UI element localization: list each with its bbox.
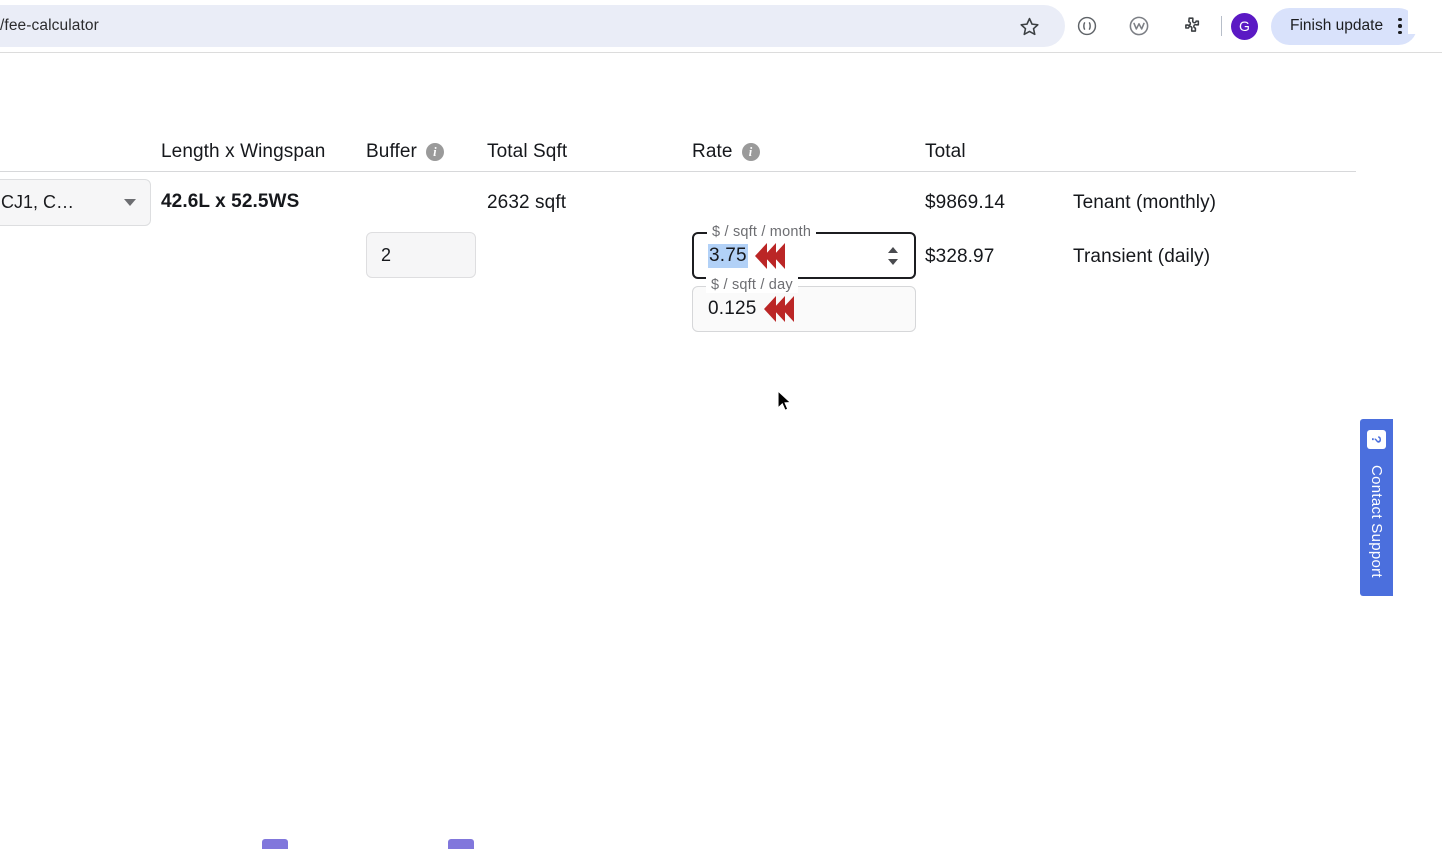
table-header-row: Length x Wingspan Buffer i Total Sqft Ra… <box>0 141 1442 175</box>
rate-daily-total-label: Transient (daily) <box>1073 246 1210 268</box>
puzzle-piece-icon[interactable] <box>1170 5 1212 47</box>
column-header-total-sqft: Total Sqft <box>487 141 567 163</box>
rate-daily-input[interactable]: $ / sqft / day 0.125 <box>692 286 916 332</box>
rate-monthly-total-label: Tenant (monthly) <box>1073 192 1216 214</box>
column-header-label: Total <box>925 141 966 163</box>
contact-support-label: Contact Support <box>1368 465 1385 578</box>
column-header-rate: Rate i <box>692 141 760 163</box>
rate-monthly-input[interactable]: $ / sqft / month 3.75 <box>692 232 916 279</box>
window-corner <box>1408 0 1442 34</box>
chevron-down-icon[interactable] <box>124 199 136 206</box>
bookmark-star-icon[interactable] <box>1008 5 1050 47</box>
total-sqft-value: 2632 sqft <box>487 192 566 214</box>
column-header-length-wingspan: Length x Wingspan <box>161 141 325 163</box>
buffer-input[interactable]: 2 <box>366 232 476 278</box>
rate-info-icon[interactable]: i <box>742 143 760 161</box>
rate-monthly-legend: $ / sqft / month <box>707 224 816 240</box>
rate-monthly-total: $9869.14 <box>925 192 1005 214</box>
fee-calculator-page: Length x Wingspan Buffer i Total Sqft Ra… <box>0 53 1442 844</box>
buffer-input-value: 2 <box>381 245 391 266</box>
circle-info-icon[interactable] <box>1066 5 1108 47</box>
triple-chevron-left-icon <box>767 296 794 322</box>
dimensions-value: 42.6L x 52.5WS <box>161 191 299 213</box>
column-header-label: Total Sqft <box>487 141 567 163</box>
number-spinner-icon[interactable] <box>888 247 898 265</box>
rate-daily-total: $328.97 <box>925 246 994 268</box>
column-header-label: Length x Wingspan <box>161 141 325 163</box>
rate-daily-value: 0.125 <box>708 298 757 320</box>
question-mark-icon: ? <box>1367 430 1386 449</box>
profile-avatar[interactable]: G <box>1231 13 1258 40</box>
clipped-widget-right <box>448 839 474 849</box>
column-header-total: Total <box>925 141 966 163</box>
table-header-divider <box>0 171 1356 172</box>
wave-circle-icon[interactable] <box>1118 5 1160 47</box>
clipped-widget-left <box>262 839 288 849</box>
rate-monthly-value: 3.75 <box>708 244 748 268</box>
finish-update-label: Finish update <box>1290 17 1383 35</box>
address-bar[interactable]: /fee-calculator <box>0 5 1065 47</box>
column-header-label: Rate <box>692 141 733 163</box>
triple-chevron-left-icon <box>758 243 785 269</box>
browser-actions: G Finish update <box>1008 0 1417 52</box>
column-header-label: Buffer <box>366 141 417 163</box>
toolbar-divider <box>1221 16 1222 36</box>
browser-toolbar: /fee-calculator G <box>0 0 1442 52</box>
column-header-buffer: Buffer i <box>366 141 444 163</box>
aircraft-select[interactable]: CJ1, C… <box>0 179 151 226</box>
rate-daily-legend: $ / sqft / day <box>706 277 798 293</box>
buffer-info-icon[interactable]: i <box>426 143 444 161</box>
finish-update-button[interactable]: Finish update <box>1271 8 1417 45</box>
address-bar-url: /fee-calculator <box>0 17 99 35</box>
contact-support-tab[interactable]: ? Contact Support <box>1360 419 1393 596</box>
aircraft-select-value: CJ1, C… <box>1 192 124 213</box>
